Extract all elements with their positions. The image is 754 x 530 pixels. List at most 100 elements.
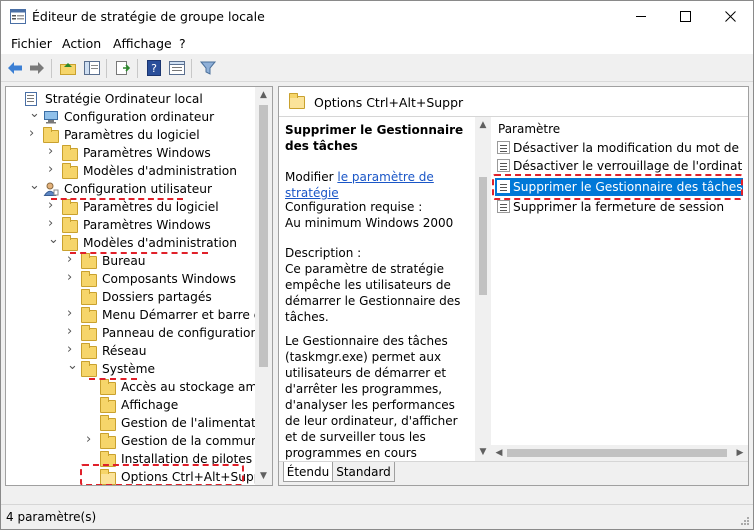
chevron-right-icon[interactable]: ›	[67, 252, 72, 267]
tree-item[interactable]: ⌄ Modèles d'administration	[6, 234, 258, 252]
folder-shape	[100, 433, 116, 449]
chevron-right-icon[interactable]: ›	[86, 432, 91, 447]
chevron-right-icon[interactable]: ›	[67, 270, 72, 285]
menu-action[interactable]: Action	[62, 36, 101, 51]
tree-item[interactable]: ⌄ Configuration ordinateur	[6, 108, 258, 126]
scroll-up-icon[interactable]: ▲	[255, 87, 272, 104]
tree-item-label: Réseau	[102, 344, 147, 358]
chevron-down-icon[interactable]: ⌄	[48, 234, 59, 247]
tree-item[interactable]: › Paramètres Windows	[6, 216, 258, 234]
filter-icon[interactable]	[199, 59, 217, 77]
tree-item-label: Gestion de l'alimentation	[121, 416, 258, 430]
chevron-down-icon[interactable]: ⌄	[29, 180, 40, 193]
chevron-right-icon[interactable]: ›	[67, 342, 72, 357]
chevron-right-icon[interactable]: ›	[29, 126, 34, 141]
edit-prefix: Modifier	[285, 170, 334, 184]
scroll-left-icon[interactable]: ◀	[491, 445, 507, 461]
computer-policy-icon	[24, 92, 40, 106]
list-item[interactable]: Supprimer la fermeture de session	[495, 198, 743, 216]
minimize-button[interactable]	[618, 1, 663, 32]
scroll-right-icon[interactable]: ▶	[732, 445, 748, 461]
tree-item[interactable]: › Menu Démarrer et barre des tâc	[6, 306, 258, 324]
tree-item[interactable]: › Paramètres du logiciel	[6, 198, 258, 216]
description-text: Ce paramètre de stratégie empêche les ut…	[285, 262, 461, 324]
chevron-right-icon[interactable]: ›	[67, 306, 72, 321]
requirements-value: Au minimum Windows 2000	[285, 216, 454, 230]
scroll-down-icon[interactable]: ▼	[475, 444, 491, 461]
tree-item[interactable]: ⌄ Configuration utilisateur	[6, 180, 258, 198]
maximize-button[interactable]	[663, 1, 708, 32]
back-arrow-icon[interactable]	[6, 59, 24, 77]
chevron-down-icon[interactable]: ⌄	[29, 108, 40, 121]
chevron-right-icon[interactable]: ›	[67, 324, 72, 339]
list-item[interactable]: Désactiver le verrouillage de l'ordinate…	[495, 157, 743, 175]
tree-item[interactable]: Affichage	[6, 396, 258, 414]
tree-item[interactable]: › Paramètres Windows	[6, 144, 258, 162]
tree-item[interactable]: › Panneau de configuration	[6, 324, 258, 342]
folder-icon	[100, 415, 116, 431]
description-label: Description :	[285, 246, 362, 260]
tree-item-label: Panneau de configuration	[102, 326, 258, 340]
export-list-icon[interactable]	[114, 59, 132, 77]
tree-item[interactable]: Gestion de l'alimentation	[6, 414, 258, 432]
highlight-modeles-administration	[70, 252, 208, 254]
folder-icon	[81, 289, 97, 305]
menu-help[interactable]: ?	[179, 36, 186, 51]
highlight-configuration-utilisateur	[51, 198, 183, 200]
view-tabs: Étendu Standard	[279, 461, 748, 485]
tree-item[interactable]: ⌄ Système	[6, 360, 258, 378]
tree-item-label: Paramètres du logiciel	[64, 128, 200, 142]
scroll-down-icon[interactable]: ▼	[255, 468, 272, 485]
computer-shape	[44, 111, 58, 124]
resize-grip-icon[interactable]	[740, 516, 750, 526]
details-header: Options Ctrl+Alt+Suppr	[279, 87, 748, 117]
status-bar: 4 paramètre(s)	[1, 504, 753, 529]
chevron-right-icon[interactable]: ›	[48, 162, 53, 177]
tree-scrollbar[interactable]: ▲ ▼	[255, 87, 272, 485]
tree-item[interactable]: › Réseau	[6, 342, 258, 360]
tree-item[interactable]: › Bureau	[6, 252, 258, 270]
description-scroll-thumb[interactable]	[479, 177, 487, 295]
requirements-label: Configuration requise :	[285, 200, 423, 214]
forward-arrow-icon[interactable]	[28, 59, 46, 77]
scroll-up-icon[interactable]: ▲	[475, 117, 491, 134]
chevron-right-icon[interactable]: ›	[48, 198, 53, 213]
chevron-right-icon[interactable]: ›	[48, 144, 53, 159]
tree-item-label: Accès au stockage amovible	[121, 380, 258, 394]
tree-item[interactable]: › Gestion de la communicatio	[6, 432, 258, 450]
computer-config-icon	[43, 110, 59, 124]
column-header-parametre[interactable]: Paramètre	[498, 122, 560, 136]
list-horizontal-scrollbar[interactable]: ◀ ▶	[491, 445, 748, 461]
menu-fichier[interactable]: Fichier	[11, 36, 52, 51]
folder-shape	[43, 127, 59, 143]
tree-item[interactable]: Stratégie Ordinateur local	[6, 90, 258, 108]
menu-affichage[interactable]: Affichage	[113, 36, 172, 51]
tree-scroll-thumb[interactable]	[259, 105, 268, 367]
extended-description-panel: Supprimer le Gestionnaire des tâches Mod…	[279, 117, 491, 461]
tree-item[interactable]: Dossiers partagés	[6, 288, 258, 306]
tree-item[interactable]: › Modèles d'administration	[6, 162, 258, 180]
help-book-icon[interactable]: ?	[145, 59, 163, 77]
close-button[interactable]	[708, 1, 753, 32]
chevron-right-icon[interactable]: ›	[48, 216, 53, 231]
tree-item[interactable]: › Paramètres du logiciel	[6, 126, 258, 144]
folder-icon	[62, 199, 78, 215]
description-scrollbar[interactable]: ▲ ▼	[475, 117, 491, 461]
up-folder-icon[interactable]	[59, 59, 77, 77]
list-scroll-thumb[interactable]	[507, 449, 727, 457]
tree-item[interactable]: Accès au stockage amovible	[6, 378, 258, 396]
tab-standard[interactable]: Standard	[333, 462, 395, 482]
chevron-down-icon[interactable]: ⌄	[67, 360, 78, 373]
setting-label: Supprimer la fermeture de session	[513, 200, 725, 214]
tab-etendu[interactable]: Étendu	[283, 462, 333, 482]
folder-icon	[81, 343, 97, 359]
toolbar: ?	[1, 55, 753, 82]
list-item[interactable]: Désactiver la modification du mot de pas…	[495, 139, 743, 157]
setting-label: Désactiver la modification du mot de pas…	[513, 141, 743, 155]
folder-icon	[81, 307, 97, 323]
folder-icon	[62, 145, 78, 161]
show-hide-tree-icon[interactable]	[83, 59, 101, 77]
edit-policy-line: Modifier le paramètre de stratégie	[285, 169, 470, 201]
properties-icon[interactable]	[168, 59, 186, 77]
tree-item[interactable]: › Composants Windows	[6, 270, 258, 288]
